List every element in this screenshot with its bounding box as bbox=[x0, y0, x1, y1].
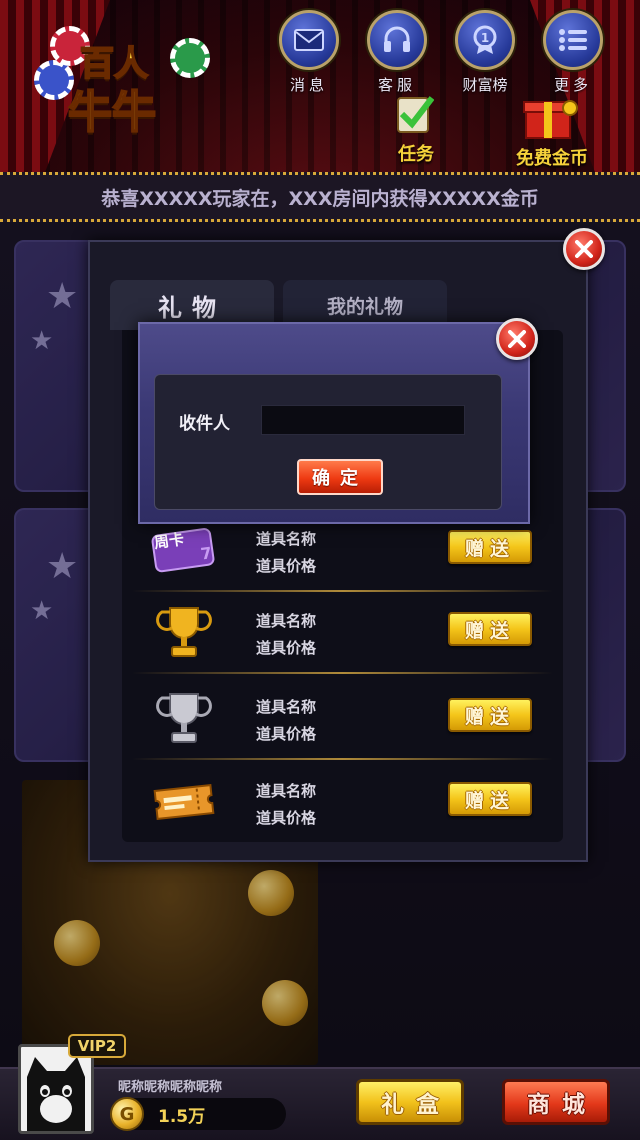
tab-my-gifts-label: 我的礼物 bbox=[326, 295, 403, 318]
gift-item: 道具名称 道具价格 赠送 bbox=[122, 760, 563, 844]
free-gold-label: 免费金币 bbox=[516, 148, 588, 169]
logo-line2: 牛牛 bbox=[67, 86, 157, 139]
silver-trophy-icon bbox=[156, 693, 212, 743]
cat-avatar-icon bbox=[27, 1057, 85, 1131]
announcement-marquee: 恭喜XXXXX玩家在，XXX房间内获得XXXXX金币 bbox=[0, 172, 640, 222]
recipient-input[interactable] bbox=[261, 405, 465, 435]
item-name: 道具名称 bbox=[256, 782, 317, 800]
ticket-icon bbox=[153, 784, 215, 820]
task-label: 任务 bbox=[398, 144, 434, 165]
close-icon bbox=[508, 330, 526, 348]
envelope-icon bbox=[294, 29, 324, 51]
recipient-dialog-body: 收件人 确定 bbox=[154, 374, 502, 510]
item-name: 道具名称 bbox=[256, 530, 317, 548]
gold-amount: 1.5万 bbox=[158, 1107, 206, 1127]
give-button[interactable]: 赠送 bbox=[448, 530, 532, 564]
gold-coin-icon: G bbox=[110, 1097, 144, 1131]
item-price: 道具价格 bbox=[256, 639, 317, 657]
gold-trophy-icon bbox=[156, 607, 212, 657]
item-price: 道具价格 bbox=[256, 557, 317, 575]
item-price: 道具价格 bbox=[256, 725, 317, 743]
customer-service-button[interactable]: 客服 bbox=[364, 10, 430, 95]
recipient-dialog: 收件人 确定 bbox=[138, 322, 530, 524]
medal-icon: 1 bbox=[473, 25, 497, 54]
give-button[interactable]: 赠送 bbox=[448, 782, 532, 816]
gift-item: 道具名称 道具价格 赠送 bbox=[122, 590, 563, 674]
gift-panel-close-button[interactable] bbox=[563, 228, 605, 270]
game-logo: 百人 牛牛 bbox=[30, 20, 210, 140]
announcement-text: 恭喜XXXXX玩家在，XXX房间内获得XXXXX金币 bbox=[101, 187, 539, 210]
messages-label: 消息 bbox=[289, 76, 328, 94]
gift-item: 道具名称 道具价格 赠送 bbox=[122, 676, 563, 760]
messages-button[interactable]: 消息 bbox=[276, 10, 342, 95]
player-nickname: 昵称昵称昵称昵称 bbox=[118, 1080, 223, 1095]
headset-icon bbox=[384, 26, 410, 52]
more-button[interactable]: 更多 bbox=[540, 10, 606, 95]
poker-chip-icon bbox=[170, 38, 210, 78]
wealth-rank-button[interactable]: 1 财富榜 bbox=[452, 10, 518, 95]
svg-text:1: 1 bbox=[481, 31, 489, 45]
recipient-label: 收件人 bbox=[179, 414, 230, 434]
give-button[interactable]: 赠送 bbox=[448, 612, 532, 646]
task-check-icon bbox=[397, 96, 434, 133]
tab-gifts-label: 礼物 bbox=[158, 293, 226, 322]
confirm-button[interactable]: 确定 bbox=[297, 459, 383, 495]
row-divider bbox=[132, 672, 553, 674]
wealth-rank-label: 财富榜 bbox=[462, 76, 508, 94]
week-card-text: 周卡 bbox=[152, 529, 186, 552]
task-button[interactable]: 任务 bbox=[384, 96, 448, 165]
vip-badge: VIP2 bbox=[68, 1034, 126, 1058]
menu-list-icon bbox=[559, 29, 587, 51]
gift-box-button[interactable]: 礼盒 bbox=[356, 1079, 464, 1125]
shop-button[interactable]: 商城 bbox=[502, 1079, 610, 1125]
recipient-dialog-close-button[interactable] bbox=[496, 318, 538, 360]
item-price: 道具价格 bbox=[256, 809, 317, 827]
close-icon bbox=[575, 240, 593, 258]
free-gold-button[interactable]: 免费金币 bbox=[506, 98, 598, 169]
give-button[interactable]: 赠送 bbox=[448, 698, 532, 732]
item-name: 道具名称 bbox=[256, 698, 317, 716]
gift-box-icon bbox=[523, 100, 578, 139]
item-name: 道具名称 bbox=[256, 612, 317, 630]
